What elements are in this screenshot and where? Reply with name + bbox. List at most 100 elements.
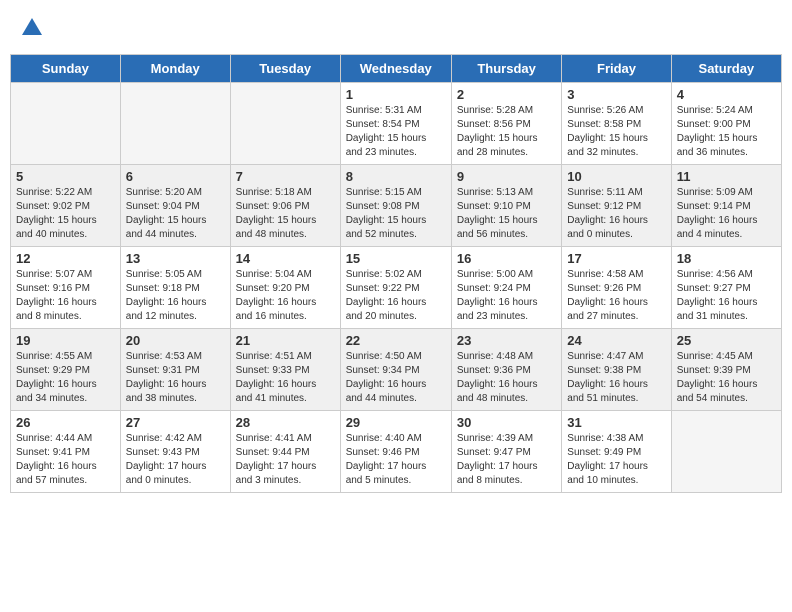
calendar-header-row: SundayMondayTuesdayWednesdayThursdayFrid… [11,55,782,83]
day-number: 28 [236,415,335,430]
calendar-day-cell [671,411,781,493]
calendar-week-row: 5 Sunrise: 5:22 AM Sunset: 9:02 PM Daylig… [11,165,782,247]
calendar-day-cell: 23 Sunrise: 4:48 AM Sunset: 9:36 PM Dayli… [451,329,561,411]
calendar-day-cell: 27Sunrise: 4:42 AM Sunset: 9:43 PM Dayli… [120,411,230,493]
calendar-day-cell: 13 Sunrise: 5:05 AM Sunset: 9:18 PM Dayli… [120,247,230,329]
day-number: 22 [346,333,446,348]
day-number: 9 [457,169,556,184]
calendar-day-cell: 16 Sunrise: 5:00 AM Sunset: 9:24 PM Dayli… [451,247,561,329]
day-of-week-header: Monday [120,55,230,83]
day-info: Sunrise: 4:42 AM Sunset: 9:43 PM Dayligh… [126,432,225,488]
day-number: 30 [457,415,556,430]
calendar-day-cell: 14 Sunrise: 5:04 AM Sunset: 9:20 PM Dayli… [230,247,340,329]
day-info: Sunrise: 4:48 AM Sunset: 9:36 PM Dayligh… [457,350,556,406]
day-number: 21 [236,333,335,348]
day-info: Sunrise: 5:31 AM Sunset: 8:54 PM Dayligh… [346,104,446,160]
day-of-week-header: Wednesday [340,55,451,83]
day-number: 5 [16,169,115,184]
day-info: Sunrise: 4:58 AM Sunset: 9:26 PM Dayligh… [567,268,665,324]
day-info: Sunrise: 4:44 AM Sunset: 9:41 PM Dayligh… [16,432,115,488]
day-number: 3 [567,87,665,102]
day-info: Sunrise: 5:09 AM Sunset: 9:14 PM Dayligh… [677,186,776,242]
day-number: 6 [126,169,225,184]
calendar-day-cell [120,83,230,165]
calendar-day-cell: 24Sunrise: 4:47 AM Sunset: 9:38 PM Dayli… [562,329,671,411]
calendar-day-cell: 12Sunrise: 5:07 AM Sunset: 9:16 PM Dayli… [11,247,121,329]
calendar-day-cell: 25 Sunrise: 4:45 AM Sunset: 9:39 PM Dayli… [671,329,781,411]
day-number: 1 [346,87,446,102]
calendar-week-row: 19Sunrise: 4:55 AM Sunset: 9:29 PM Dayli… [11,329,782,411]
page-header [10,10,782,44]
calendar-day-cell: 19Sunrise: 4:55 AM Sunset: 9:29 PM Dayli… [11,329,121,411]
calendar-day-cell: 21 Sunrise: 4:51 AM Sunset: 9:33 PM Dayli… [230,329,340,411]
calendar-week-row: 12Sunrise: 5:07 AM Sunset: 9:16 PM Dayli… [11,247,782,329]
calendar-day-cell: 30 Sunrise: 4:39 AM Sunset: 9:47 PM Dayli… [451,411,561,493]
day-number: 23 [457,333,556,348]
day-info: Sunrise: 4:55 AM Sunset: 9:29 PM Dayligh… [16,350,115,406]
day-info: Sunrise: 4:50 AM Sunset: 9:34 PM Dayligh… [346,350,446,406]
day-info: Sunrise: 5:11 AM Sunset: 9:12 PM Dayligh… [567,186,665,242]
calendar-day-cell [230,83,340,165]
day-number: 14 [236,251,335,266]
calendar-day-cell: 28 Sunrise: 4:41 AM Sunset: 9:44 PM Dayli… [230,411,340,493]
day-of-week-header: Friday [562,55,671,83]
day-number: 18 [677,251,776,266]
calendar-day-cell: 11Sunrise: 5:09 AM Sunset: 9:14 PM Dayli… [671,165,781,247]
calendar-day-cell: 2 Sunrise: 5:28 AM Sunset: 8:56 PM Daylig… [451,83,561,165]
day-of-week-header: Tuesday [230,55,340,83]
calendar-day-cell: 3 Sunrise: 5:26 AM Sunset: 8:58 PM Daylig… [562,83,671,165]
day-info: Sunrise: 5:20 AM Sunset: 9:04 PM Dayligh… [126,186,225,242]
day-number: 26 [16,415,115,430]
day-number: 16 [457,251,556,266]
calendar-day-cell: 22 Sunrise: 4:50 AM Sunset: 9:34 PM Dayli… [340,329,451,411]
day-info: Sunrise: 5:07 AM Sunset: 9:16 PM Dayligh… [16,268,115,324]
logo [20,15,48,39]
day-info: Sunrise: 4:51 AM Sunset: 9:33 PM Dayligh… [236,350,335,406]
day-info: Sunrise: 5:05 AM Sunset: 9:18 PM Dayligh… [126,268,225,324]
day-info: Sunrise: 5:04 AM Sunset: 9:20 PM Dayligh… [236,268,335,324]
day-info: Sunrise: 5:28 AM Sunset: 8:56 PM Dayligh… [457,104,556,160]
day-number: 8 [346,169,446,184]
day-info: Sunrise: 5:02 AM Sunset: 9:22 PM Dayligh… [346,268,446,324]
day-of-week-header: Thursday [451,55,561,83]
calendar-day-cell: 9Sunrise: 5:13 AM Sunset: 9:10 PM Daylig… [451,165,561,247]
day-info: Sunrise: 5:22 AM Sunset: 9:02 PM Dayligh… [16,186,115,242]
day-number: 25 [677,333,776,348]
calendar-day-cell: 4Sunrise: 5:24 AM Sunset: 9:00 PM Daylig… [671,83,781,165]
day-info: Sunrise: 4:41 AM Sunset: 9:44 PM Dayligh… [236,432,335,488]
day-number: 7 [236,169,335,184]
calendar-day-cell: 5 Sunrise: 5:22 AM Sunset: 9:02 PM Daylig… [11,165,121,247]
day-number: 29 [346,415,446,430]
calendar-day-cell: 31 Sunrise: 4:38 AM Sunset: 9:49 PM Dayli… [562,411,671,493]
day-number: 4 [677,87,776,102]
day-number: 20 [126,333,225,348]
calendar-day-cell: 26 Sunrise: 4:44 AM Sunset: 9:41 PM Dayli… [11,411,121,493]
day-info: Sunrise: 4:39 AM Sunset: 9:47 PM Dayligh… [457,432,556,488]
calendar-day-cell: 8 Sunrise: 5:15 AM Sunset: 9:08 PM Daylig… [340,165,451,247]
calendar-day-cell: 10 Sunrise: 5:11 AM Sunset: 9:12 PM Dayli… [562,165,671,247]
calendar-day-cell: 1 Sunrise: 5:31 AM Sunset: 8:54 PM Daylig… [340,83,451,165]
day-number: 17 [567,251,665,266]
day-of-week-header: Saturday [671,55,781,83]
day-info: Sunrise: 5:15 AM Sunset: 9:08 PM Dayligh… [346,186,446,242]
day-number: 24 [567,333,665,348]
day-number: 10 [567,169,665,184]
day-number: 31 [567,415,665,430]
day-info: Sunrise: 4:40 AM Sunset: 9:46 PM Dayligh… [346,432,446,488]
calendar-day-cell [11,83,121,165]
day-info: Sunrise: 5:00 AM Sunset: 9:24 PM Dayligh… [457,268,556,324]
day-of-week-header: Sunday [11,55,121,83]
day-info: Sunrise: 4:45 AM Sunset: 9:39 PM Dayligh… [677,350,776,406]
day-info: Sunrise: 5:26 AM Sunset: 8:58 PM Dayligh… [567,104,665,160]
day-info: Sunrise: 4:38 AM Sunset: 9:49 PM Dayligh… [567,432,665,488]
day-info: Sunrise: 4:53 AM Sunset: 9:31 PM Dayligh… [126,350,225,406]
day-info: Sunrise: 5:18 AM Sunset: 9:06 PM Dayligh… [236,186,335,242]
calendar-day-cell: 15Sunrise: 5:02 AM Sunset: 9:22 PM Dayli… [340,247,451,329]
day-number: 13 [126,251,225,266]
calendar-week-row: 1 Sunrise: 5:31 AM Sunset: 8:54 PM Daylig… [11,83,782,165]
day-info: Sunrise: 4:56 AM Sunset: 9:27 PM Dayligh… [677,268,776,324]
calendar-week-row: 26 Sunrise: 4:44 AM Sunset: 9:41 PM Dayli… [11,411,782,493]
calendar-day-cell: 6 Sunrise: 5:20 AM Sunset: 9:04 PM Daylig… [120,165,230,247]
day-number: 2 [457,87,556,102]
calendar-day-cell: 20 Sunrise: 4:53 AM Sunset: 9:31 PM Dayli… [120,329,230,411]
